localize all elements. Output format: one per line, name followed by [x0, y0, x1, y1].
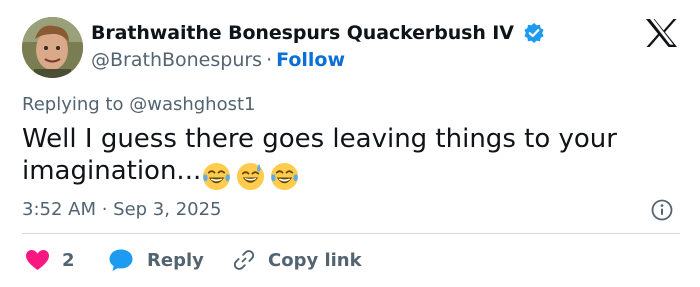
emoji-group: [201, 161, 303, 193]
tweet-card: Brathwaithe Bonespurs Quackerbush IV @Br…: [0, 0, 700, 287]
tweet-text-line-2-text: imagination...: [22, 156, 202, 186]
reply-label: Reply: [147, 249, 204, 271]
info-icon[interactable]: [651, 199, 673, 221]
avatar[interactable]: [22, 17, 83, 78]
reply-button[interactable]: Reply: [108, 246, 204, 274]
reply-context-prefix: Replying to: [22, 94, 124, 115]
reply-mention-link[interactable]: @washghost1: [129, 94, 255, 115]
tears-of-joy-emoji-icon: [271, 162, 299, 191]
copy-link-label: Copy link: [268, 249, 362, 271]
tweet-timestamp[interactable]: 3:52 AM · Sep 3, 2025: [22, 198, 222, 222]
tweet-text-line-2: imagination...: [22, 155, 662, 193]
reply-context: Replying to @washghost1: [22, 94, 256, 116]
author-handle[interactable]: @BrathBonespurs: [91, 49, 262, 71]
like-count: 2: [62, 249, 75, 271]
heart-icon: [26, 250, 49, 270]
profile-photo-icon: [22, 17, 83, 78]
x-logo-icon[interactable]: [645, 18, 678, 48]
tweet-text: Well I guess there goes leaving things t…: [22, 123, 662, 193]
author-display-name[interactable]: Brathwaithe Bonespurs Quackerbush IV: [91, 21, 514, 45]
divider: [22, 233, 680, 234]
separator-dot: ·: [266, 49, 273, 71]
tears-of-joy-emoji-icon: [203, 162, 231, 191]
like-button[interactable]: 2: [25, 246, 75, 274]
sweat-smile-emoji-icon: [237, 162, 265, 191]
reply-bubble-icon: [109, 249, 133, 271]
follow-button[interactable]: Follow: [276, 49, 345, 71]
handle-row: @BrathBonespurs · Follow: [91, 48, 345, 72]
link-icon: [233, 250, 255, 270]
verified-badge-icon: [524, 23, 544, 43]
tweet-text-line-1: Well I guess there goes leaving things t…: [22, 124, 617, 154]
copy-link-button[interactable]: Copy link: [232, 246, 362, 274]
